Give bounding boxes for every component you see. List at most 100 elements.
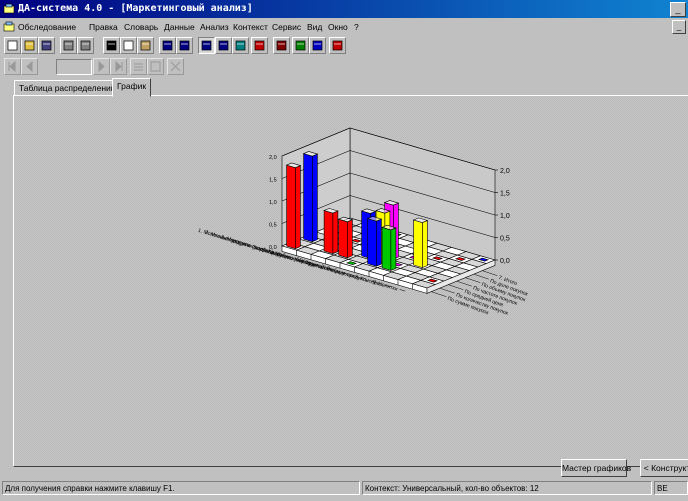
left-axis-tick-label: 0,5 <box>269 223 277 229</box>
print-preview-icon <box>80 40 91 51</box>
window-title: ДА-система 4.0 - [Маркетинговый анализ] <box>18 3 253 14</box>
mdi-minimize-button[interactable]: _ <box>672 20 686 34</box>
prev-record-icon <box>26 60 33 73</box>
table-icon <box>201 40 212 51</box>
cut-icon <box>106 40 117 51</box>
bar-front <box>303 153 313 243</box>
redo-button[interactable] <box>176 37 193 54</box>
app-icon <box>3 3 15 14</box>
refresh-button[interactable] <box>232 37 249 54</box>
title-bar[interactable]: ДА-система 4.0 - [Маркетинговый анализ] … <box>0 0 688 18</box>
bar-front <box>323 210 334 255</box>
export-button[interactable] <box>329 37 346 54</box>
excel-button[interactable] <box>292 37 309 54</box>
chart-button[interactable] <box>251 37 268 54</box>
series-leader-line <box>431 291 447 297</box>
new-icon <box>7 40 18 51</box>
refresh-icon <box>235 40 246 51</box>
save-button[interactable] <box>38 37 55 54</box>
menu-help[interactable]: ? <box>354 22 359 32</box>
bar-side <box>390 227 397 271</box>
chart-3d-bar: 2,01,51,00,50,02,01,51,00,50,01. Молочны… <box>197 127 529 317</box>
main-toolbar <box>0 35 688 57</box>
menu-obsledovanie[interactable]: Обследование <box>18 22 76 32</box>
cut-button[interactable] <box>103 37 120 54</box>
mdi-window-controls: _ <box>672 20 686 34</box>
print-preview-button[interactable] <box>77 37 94 54</box>
series-leader-line <box>482 270 498 276</box>
tab-chart[interactable]: График <box>112 78 152 97</box>
chart-pane: 2,0 1,5 1,0 0,5 0,0 2,0 1,5 1,0 0,5 0,0 1. Молочны… <box>13 95 688 467</box>
bar-side <box>375 218 382 267</box>
bar-side <box>311 153 318 243</box>
menu-servis[interactable]: Сервис <box>272 22 301 32</box>
bar-front <box>286 164 296 250</box>
tab-distribution-table[interactable]: Таблица распределений <box>14 80 121 96</box>
word-icon <box>312 40 323 51</box>
document-icon[interactable] <box>3 21 15 33</box>
bar-front <box>413 219 423 269</box>
z-axis-tick-label: 2,0 <box>500 168 510 175</box>
copy-button[interactable] <box>120 37 137 54</box>
delete-icon <box>170 61 181 72</box>
print-icon <box>63 40 74 51</box>
new-button[interactable] <box>4 37 21 54</box>
bar-side <box>346 219 353 259</box>
link-icon <box>276 40 287 51</box>
first-record-button[interactable] <box>4 58 21 75</box>
bar-side <box>294 165 301 250</box>
undo-icon <box>162 40 173 51</box>
menu-kontekst[interactable]: Контекст <box>233 22 268 32</box>
menu-slovar[interactable]: Словарь <box>124 22 158 32</box>
print-button[interactable] <box>60 37 77 54</box>
chart-icon <box>254 40 265 51</box>
series-leader-line <box>465 277 481 283</box>
save-icon <box>41 40 52 51</box>
left-axis-tick-label: 1,0 <box>269 200 277 206</box>
edit-button[interactable] <box>147 58 164 75</box>
next-record-button[interactable] <box>93 58 110 75</box>
menu-vid[interactable]: Вид <box>307 22 322 32</box>
menu-dannye[interactable]: Данные <box>164 22 195 32</box>
category-leader-line <box>399 289 406 292</box>
grid-icon <box>218 40 229 51</box>
next-record-icon <box>98 60 105 73</box>
menu-pravka[interactable]: Правка <box>89 22 118 32</box>
z-axis-tick-label: 1,0 <box>500 213 510 220</box>
redo-icon <box>179 40 190 51</box>
excel-icon <box>295 40 306 51</box>
link-button[interactable] <box>273 37 290 54</box>
constructor-button[interactable]: < Конструкт <box>640 459 688 477</box>
minimize-button[interactable]: _ <box>670 2 686 17</box>
left-axis-tick-label: 2,0 <box>269 155 277 161</box>
menu-okno[interactable]: Окно <box>328 22 348 32</box>
series-leader-line <box>456 280 472 287</box>
menu-bar: Обследование Правка Словарь Данные Анали… <box>0 19 688 35</box>
series-leader-line <box>448 284 464 290</box>
copy-icon <box>123 40 134 51</box>
bar-front <box>367 218 377 267</box>
grid-button[interactable] <box>215 37 232 54</box>
series-leader-line <box>473 273 489 280</box>
list-icon <box>134 63 143 71</box>
menu-analiz[interactable]: Анализ <box>200 22 229 32</box>
prev-record-button[interactable] <box>21 58 38 75</box>
status-right: ВЕ <box>654 481 688 495</box>
left-axis-tick-label: 1,5 <box>269 178 277 184</box>
open-button[interactable] <box>21 37 38 54</box>
record-number-field[interactable] <box>56 59 92 75</box>
open-icon <box>24 40 35 51</box>
chart-master-button[interactable]: Мастер графиков <box>561 459 631 477</box>
delete-button[interactable] <box>167 58 184 75</box>
paste-button[interactable] <box>137 37 154 54</box>
edit-icon <box>150 61 161 72</box>
status-context: Контекст: Универсальный, кол-во объектов… <box>362 481 652 495</box>
last-record-icon <box>115 60 123 73</box>
last-record-button[interactable] <box>110 58 127 75</box>
table-button[interactable] <box>198 37 215 54</box>
word-button[interactable] <box>309 37 326 54</box>
export-icon <box>332 40 343 51</box>
list-button[interactable] <box>130 58 147 75</box>
first-record-icon <box>8 60 16 73</box>
undo-button[interactable] <box>159 37 176 54</box>
